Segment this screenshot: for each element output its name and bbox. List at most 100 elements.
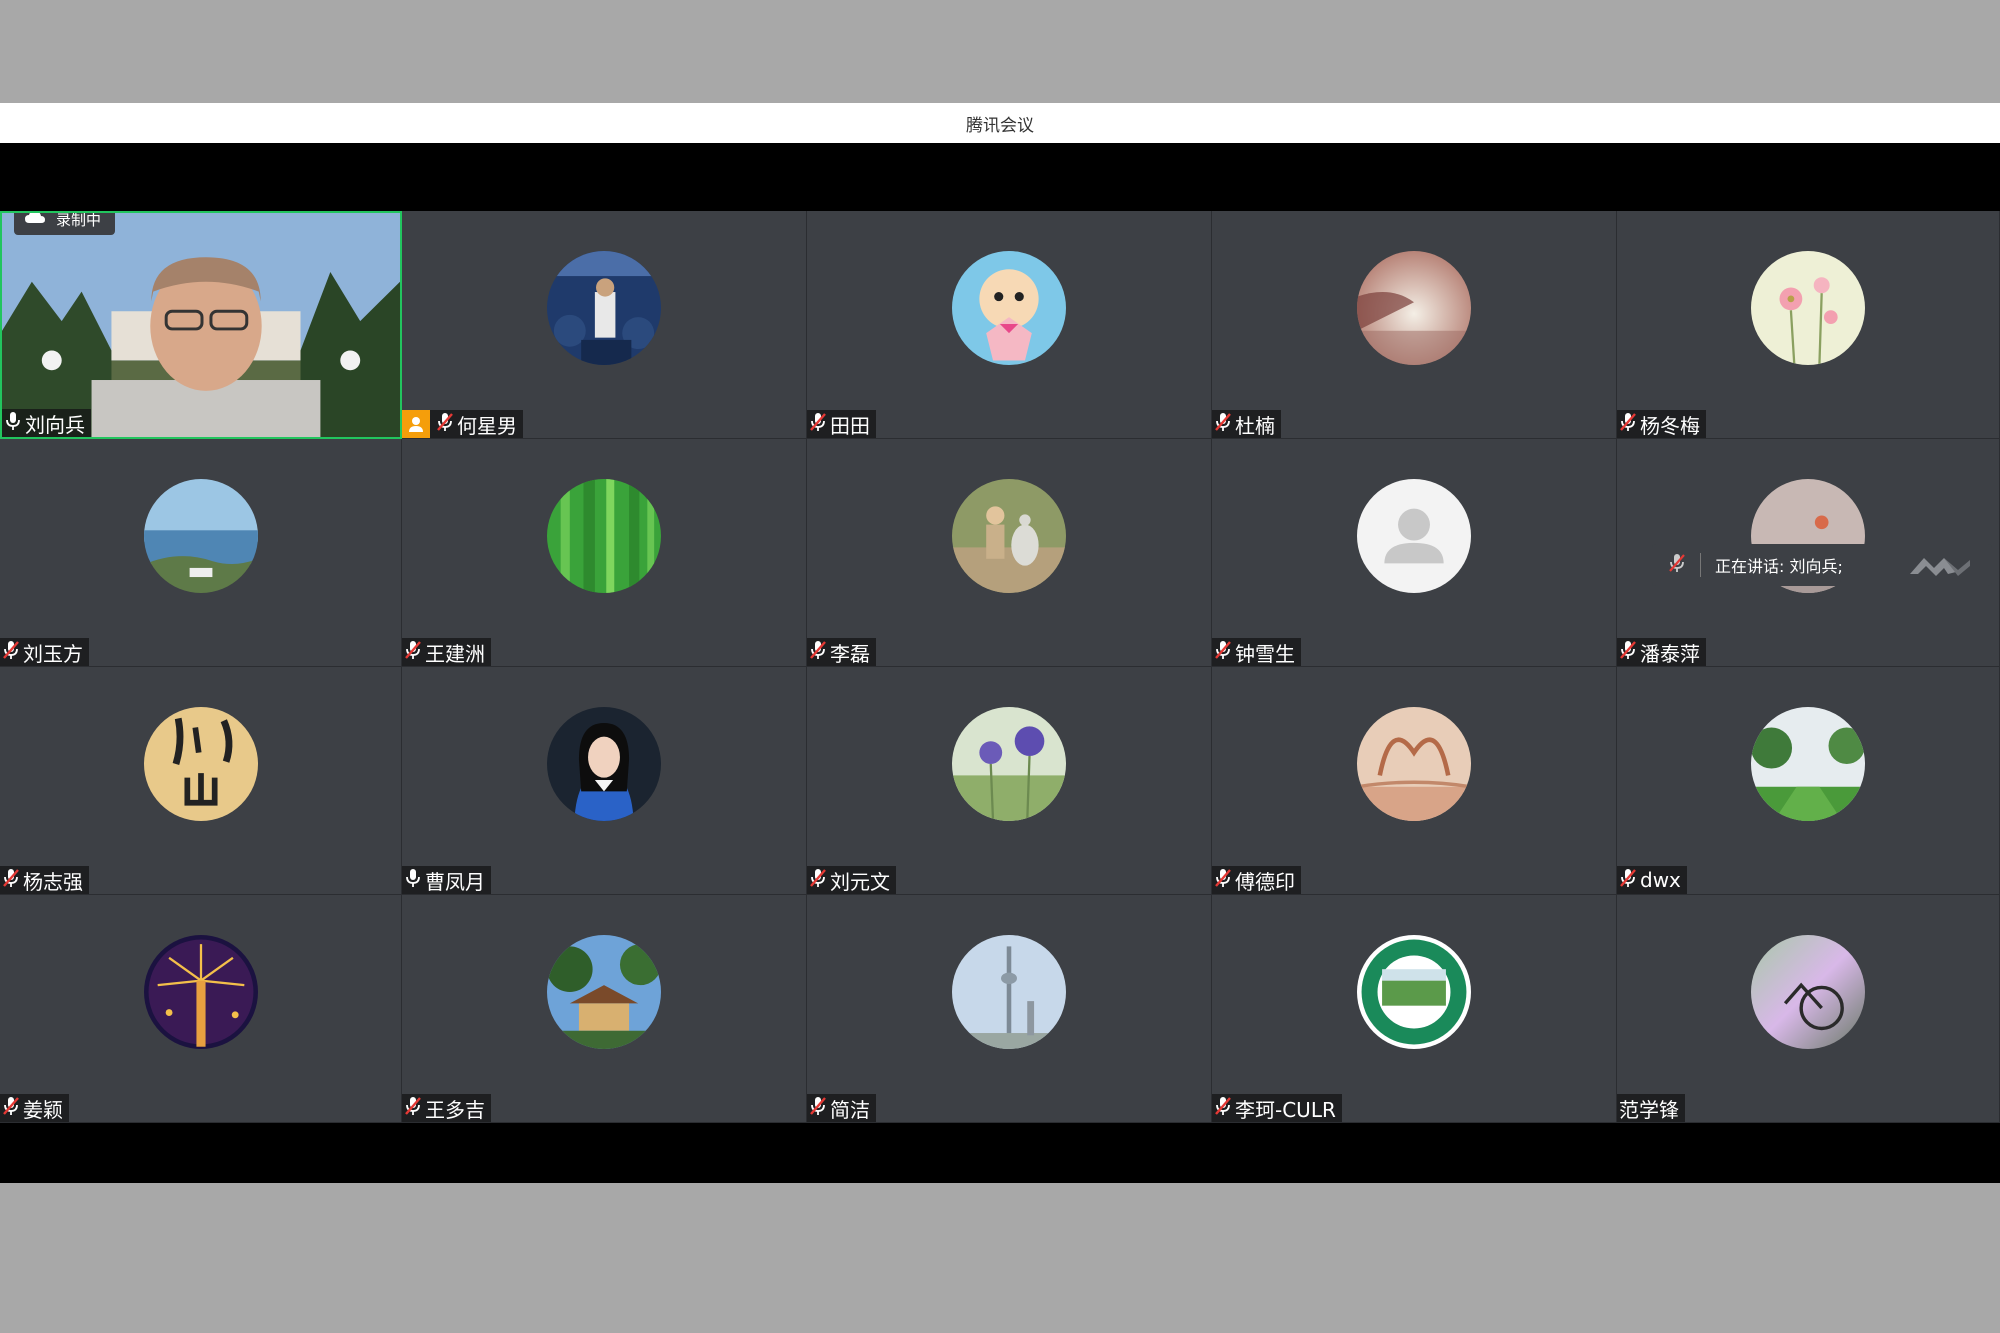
mic-muted-icon xyxy=(1668,552,1686,578)
participant-name: 姜颖 xyxy=(23,1097,63,1122)
participant-tile[interactable]: 杜楠 xyxy=(1212,211,1617,439)
video-feed xyxy=(2,213,400,437)
mic-muted-icon xyxy=(404,640,422,665)
participant-tile[interactable]: dwx xyxy=(1617,667,2000,895)
avatar xyxy=(1357,251,1471,365)
mic-muted-icon xyxy=(1619,868,1637,893)
mic-muted-icon xyxy=(436,412,454,437)
mic-muted-icon xyxy=(809,640,827,665)
participant-tile[interactable]: 李磊 xyxy=(807,439,1212,667)
avatar xyxy=(143,935,258,1049)
tencent-meeting-logo-icon xyxy=(1908,552,1972,582)
window-title: 腾讯会议 xyxy=(966,115,1034,136)
name-tag: 李珂-CULR xyxy=(1212,1094,1342,1122)
avatar xyxy=(952,707,1066,821)
name-tag: 田田 xyxy=(807,410,876,438)
participant-tile[interactable]: 钟雪生 xyxy=(1212,439,1617,667)
avatar xyxy=(547,707,661,821)
mic-muted-icon xyxy=(1214,640,1232,665)
mic-muted-icon xyxy=(1214,868,1232,893)
name-tag: 刘向兵 xyxy=(2,409,91,437)
avatar xyxy=(1357,935,1471,1049)
participant-tile[interactable]: 何星男 xyxy=(402,211,807,439)
participant-name: 钟雪生 xyxy=(1235,641,1295,666)
participant-name: 范学锋 xyxy=(1619,1097,1679,1122)
mic-muted-icon xyxy=(809,412,827,437)
participant-name: 李磊 xyxy=(830,641,870,666)
avatar xyxy=(952,479,1066,593)
mic-muted-icon xyxy=(1619,640,1637,665)
mic-on-icon xyxy=(4,411,22,436)
speaking-label: 正在讲话: 刘向兵; xyxy=(1715,557,1843,576)
name-tag: dwx xyxy=(1617,866,1687,894)
avatar xyxy=(547,251,661,365)
mic-muted-icon xyxy=(2,1096,20,1121)
participant-tile[interactable]: 录制中刘向兵 xyxy=(0,211,402,439)
participant-name: 杨冬梅 xyxy=(1640,413,1700,438)
participant-tile[interactable]: 杨冬梅 xyxy=(1617,211,2000,439)
mic-muted-icon xyxy=(2,640,20,665)
participant-grid: 录制中 刘向兵 何星男 田田 杜楠 杨冬梅 刘玉方 王建洲 李磊 钟雪生 潘泰萍 杨志强 曹凤月 刘元文傅… xyxy=(0,211,2000,1123)
participant-name: 李珂-CULR xyxy=(1235,1097,1336,1122)
participant-name: 田田 xyxy=(830,413,870,438)
name-tag: 王建洲 xyxy=(402,638,491,666)
participant-tile[interactable]: 杨志强 xyxy=(0,667,402,895)
participant-tile[interactable]: 傅德印 xyxy=(1212,667,1617,895)
mic-muted-icon xyxy=(1619,412,1637,437)
name-tag: 范学锋 xyxy=(1617,1094,1685,1122)
avatar xyxy=(1751,935,1865,1049)
name-tag: 曹凤月 xyxy=(402,866,491,894)
participant-tile[interactable]: 刘元文 xyxy=(807,667,1212,895)
recording-label: 录制中 xyxy=(56,211,102,229)
avatar xyxy=(143,479,258,593)
participant-name: 曹凤月 xyxy=(425,869,485,894)
meeting-window: 腾讯会议 录制中 刘向兵 何星男 田田 杜楠 杨冬梅 刘玉方 王建洲 李磊 钟雪生 潘泰萍 杨志强 曹凤… xyxy=(0,103,2000,1183)
avatar xyxy=(952,935,1066,1049)
name-tag: 潘泰萍 xyxy=(1617,638,1706,666)
participant-name: 傅德印 xyxy=(1235,869,1295,894)
participant-name: 何星男 xyxy=(457,413,517,438)
participant-name: 刘玉方 xyxy=(23,641,83,666)
speaking-indicator: 正在讲话: 刘向兵; xyxy=(1652,544,1992,586)
participant-name: 潘泰萍 xyxy=(1640,641,1700,666)
name-tag: 刘玉方 xyxy=(0,638,89,666)
name-tag: 何星男 xyxy=(402,410,523,438)
name-tag: 刘元文 xyxy=(807,866,896,894)
participant-tile[interactable]: 李珂-CULR xyxy=(1212,895,1617,1123)
host-badge-icon xyxy=(402,410,430,438)
mic-muted-icon xyxy=(1214,412,1232,437)
avatar xyxy=(547,935,661,1049)
name-tag: 杨冬梅 xyxy=(1617,410,1706,438)
mic-muted-icon xyxy=(809,868,827,893)
avatar xyxy=(1357,479,1471,593)
participant-name: 杨志强 xyxy=(23,869,83,894)
participant-tile[interactable]: 简洁 xyxy=(807,895,1212,1123)
name-tag: 姜颖 xyxy=(0,1094,69,1122)
recording-badge[interactable]: 录制中 xyxy=(14,211,116,235)
participant-tile[interactable]: 范学锋 xyxy=(1617,895,2000,1123)
mic-muted-icon xyxy=(809,1096,827,1121)
participant-tile[interactable]: 曹凤月 xyxy=(402,667,807,895)
participant-name: dwx xyxy=(1640,868,1681,892)
participant-tile[interactable]: 王建洲 xyxy=(402,439,807,667)
window-title-bar: 腾讯会议 xyxy=(0,103,2000,143)
participant-name: 王多吉 xyxy=(425,1097,485,1122)
participant-tile[interactable]: 田田 xyxy=(807,211,1212,439)
name-tag: 简洁 xyxy=(807,1094,876,1122)
participant-name: 杜楠 xyxy=(1235,413,1275,438)
avatar xyxy=(1751,251,1865,365)
name-tag: 王多吉 xyxy=(402,1094,491,1122)
avatar xyxy=(547,479,661,593)
mic-on-icon xyxy=(404,868,422,893)
participant-name: 刘元文 xyxy=(830,869,890,894)
name-tag: 傅德印 xyxy=(1212,866,1301,894)
mic-muted-icon xyxy=(2,868,20,893)
avatar xyxy=(1751,707,1865,821)
mic-muted-icon xyxy=(1214,1096,1232,1121)
participant-tile[interactable]: 姜颖 xyxy=(0,895,402,1123)
participant-tile[interactable]: 王多吉 xyxy=(402,895,807,1123)
divider xyxy=(1700,553,1701,577)
name-tag: 李磊 xyxy=(807,638,876,666)
participant-tile[interactable]: 刘玉方 xyxy=(0,439,402,667)
name-tag: 钟雪生 xyxy=(1212,638,1301,666)
